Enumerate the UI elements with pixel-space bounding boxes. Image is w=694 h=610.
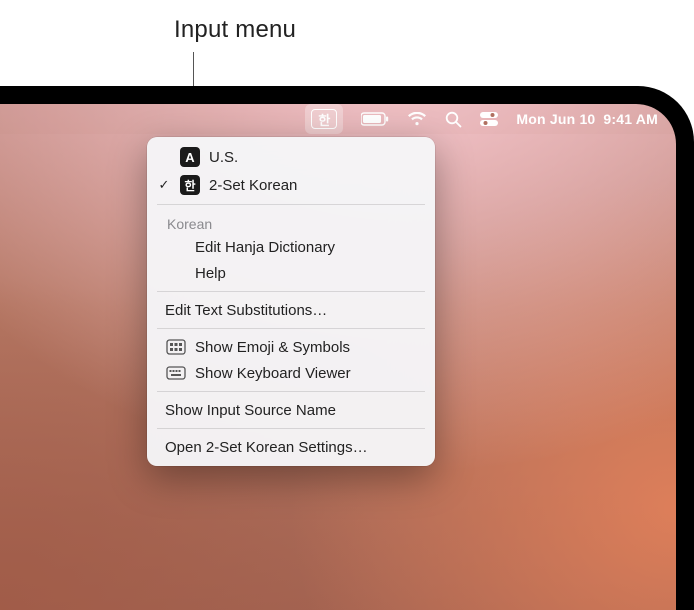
- wifi-icon[interactable]: [407, 104, 427, 134]
- emoji-symbols-icon: [165, 339, 187, 355]
- menu-separator: [157, 428, 425, 429]
- input-source-label: U.S.: [209, 149, 421, 166]
- menu-item-label: Open 2-Set Korean Settings…: [165, 439, 421, 456]
- checkmark-icon: ✓: [157, 177, 171, 193]
- input-menu-button[interactable]: 한: [305, 104, 343, 134]
- menu-separator: [157, 391, 425, 392]
- menu-item-show-input-name[interactable]: Show Input Source Name: [147, 397, 435, 423]
- menu-item-help[interactable]: Help: [147, 260, 435, 286]
- menu-separator: [157, 204, 425, 205]
- menu-bar: 한 Mon Jun 10 9:41 AM: [0, 104, 676, 134]
- input-source-us[interactable]: A U.S.: [147, 143, 435, 171]
- callout-label: Input menu: [174, 16, 296, 44]
- menu-bar-time: 9:41 AM: [603, 111, 658, 127]
- menu-item-label: Edit Text Substitutions…: [165, 302, 421, 319]
- menu-bar-datetime[interactable]: Mon Jun 10 9:41 AM: [516, 104, 658, 134]
- menu-item-show-emoji[interactable]: Show Emoji & Symbols: [147, 334, 435, 360]
- menu-separator: [157, 291, 425, 292]
- input-section-header: Korean: [147, 210, 435, 234]
- menu-item-edit-hanja[interactable]: Edit Hanja Dictionary: [147, 234, 435, 260]
- input-menu-dropdown: A U.S. ✓ 한 2-Set Korean Korean Edit Hanj…: [147, 137, 435, 466]
- korean-input-icon: 한: [311, 109, 337, 129]
- spotlight-icon[interactable]: [445, 104, 462, 134]
- control-center-icon[interactable]: [480, 104, 498, 134]
- menu-item-edit-text-subs[interactable]: Edit Text Substitutions…: [147, 297, 435, 323]
- menu-item-label: Help: [195, 265, 421, 282]
- menu-item-label: Edit Hanja Dictionary: [195, 239, 421, 256]
- desktop-screen: 한 Mon Jun 10 9:41 AM A U.S.: [0, 104, 676, 610]
- menu-item-label: Show Input Source Name: [165, 402, 421, 419]
- menu-separator: [157, 328, 425, 329]
- keyboard-viewer-icon: [165, 365, 187, 381]
- input-source-label: 2-Set Korean: [209, 177, 421, 194]
- menu-item-label: Show Emoji & Symbols: [195, 339, 421, 356]
- device-frame: 한 Mon Jun 10 9:41 AM A U.S.: [0, 86, 694, 610]
- menu-bar-date: Mon Jun 10: [516, 111, 595, 127]
- latin-a-icon: A: [180, 147, 200, 167]
- menu-item-label: Show Keyboard Viewer: [195, 365, 421, 382]
- battery-icon[interactable]: [361, 104, 389, 134]
- menu-item-show-keyboard[interactable]: Show Keyboard Viewer: [147, 360, 435, 386]
- menu-item-open-settings[interactable]: Open 2-Set Korean Settings…: [147, 434, 435, 460]
- korean-han-icon: 한: [180, 175, 200, 195]
- input-source-2set-korean[interactable]: ✓ 한 2-Set Korean: [147, 171, 435, 199]
